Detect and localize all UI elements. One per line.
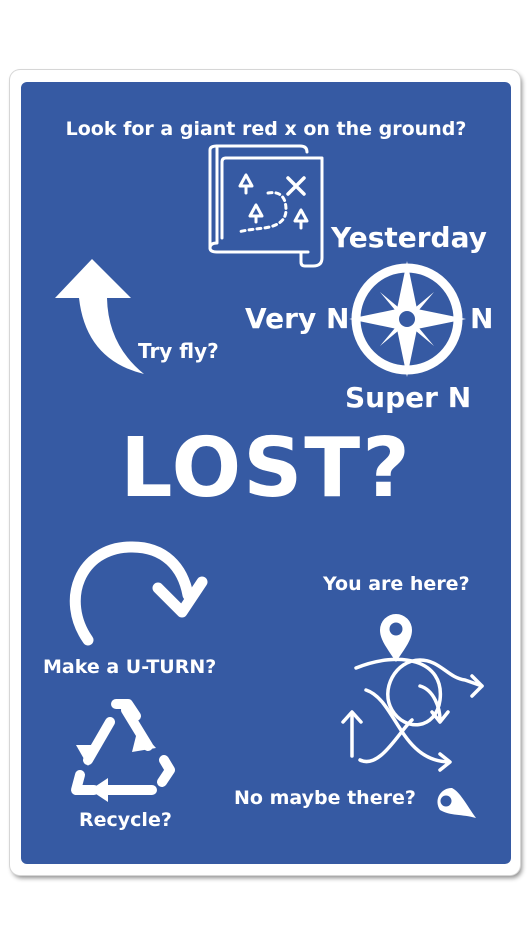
headline: LOST?	[120, 421, 412, 516]
fly-question: Try fly?	[138, 339, 219, 363]
recycle-question: Recycle?	[79, 809, 172, 831]
tangled-path-arrows-icon	[341, 657, 484, 772]
treasure-map-question: Look for a giant red x on the ground?	[65, 118, 467, 140]
compass-top-label: Yesterday	[331, 221, 487, 254]
location-question: You are here?	[323, 573, 470, 595]
curved-arrow-up-icon	[55, 259, 144, 374]
compass-bottom-label: Super N	[345, 381, 472, 414]
uturn-question: Make a U-TURN?	[43, 656, 217, 678]
treasure-map-icon	[208, 144, 324, 268]
tipped-location-pin-icon	[437, 787, 476, 818]
recycle-icon	[71, 699, 175, 802]
compass-right-label: N	[470, 302, 494, 335]
u-turn-arrow-icon	[69, 541, 208, 646]
compass-left-label: Very N	[245, 302, 350, 335]
alternate-location-question: No maybe there?	[234, 787, 416, 809]
compass-rose-icon	[349, 261, 466, 377]
